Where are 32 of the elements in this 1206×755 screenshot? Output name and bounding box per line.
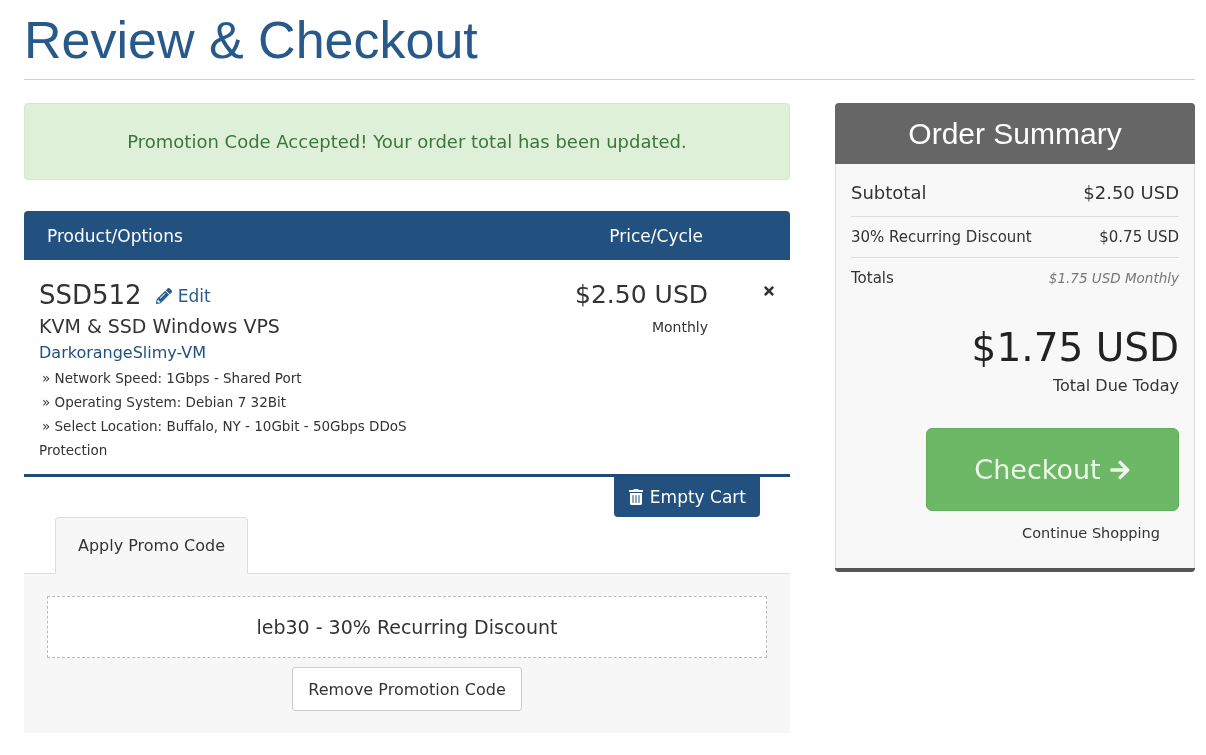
remove-promo-button[interactable]: Remove Promotion Code [292,667,522,711]
promo-tab[interactable]: Apply Promo Code [55,517,248,574]
trash-icon [627,489,644,505]
total-due-amount: $1.75 USD [971,324,1179,372]
edit-link[interactable]: Edit [155,286,211,306]
product-price: $2.50 USD [575,279,708,311]
product-group: KVM & SSD Windows VPS [39,313,280,339]
pencil-icon [155,288,172,304]
close-icon [762,284,776,298]
summary-label: Totals [851,268,894,289]
page-title: Review & Checkout [24,10,478,70]
empty-cart-button[interactable]: Empty Cart [613,477,760,517]
hostname-text: DarkorangeSlimy-VM [39,342,207,364]
arrow-right-icon [1108,458,1131,481]
summary-value: $1.75 USD Monthly [1048,269,1179,288]
summary-label: 30% Recurring Discount [851,227,1032,248]
summary-title: Order Summary [908,116,1122,151]
option-text: » Select Location: Buffalo, NY - 10Gbit - 50Gbps DDoS Protection [39,417,408,460]
option-text: » Operating System: Debian 7 32Bit [41,393,288,412]
applied-promo-code: leb30 - 30% Recurring Discount [47,596,767,658]
summary-value: $0.75 USD [1099,227,1179,248]
option-text: » Network Speed: 1Gbps - Shared Port [41,369,303,388]
column-header: Price/Cycle [609,225,703,246]
success-alert: Promotion Code Accepted! Your order total has been updated. [24,103,790,180]
summary-value: $2.50 USD [1083,181,1179,205]
remove-item-button[interactable] [762,284,776,298]
product-name: SSD512 [39,279,142,311]
continue-shopping-link[interactable]: Continue Shopping [1022,523,1160,543]
column-header: Product/Options [47,225,183,246]
billing-cycle: Monthly [651,318,708,337]
total-due-label: Total Due Today [1052,375,1179,397]
summary-label: Subtotal [851,181,927,205]
